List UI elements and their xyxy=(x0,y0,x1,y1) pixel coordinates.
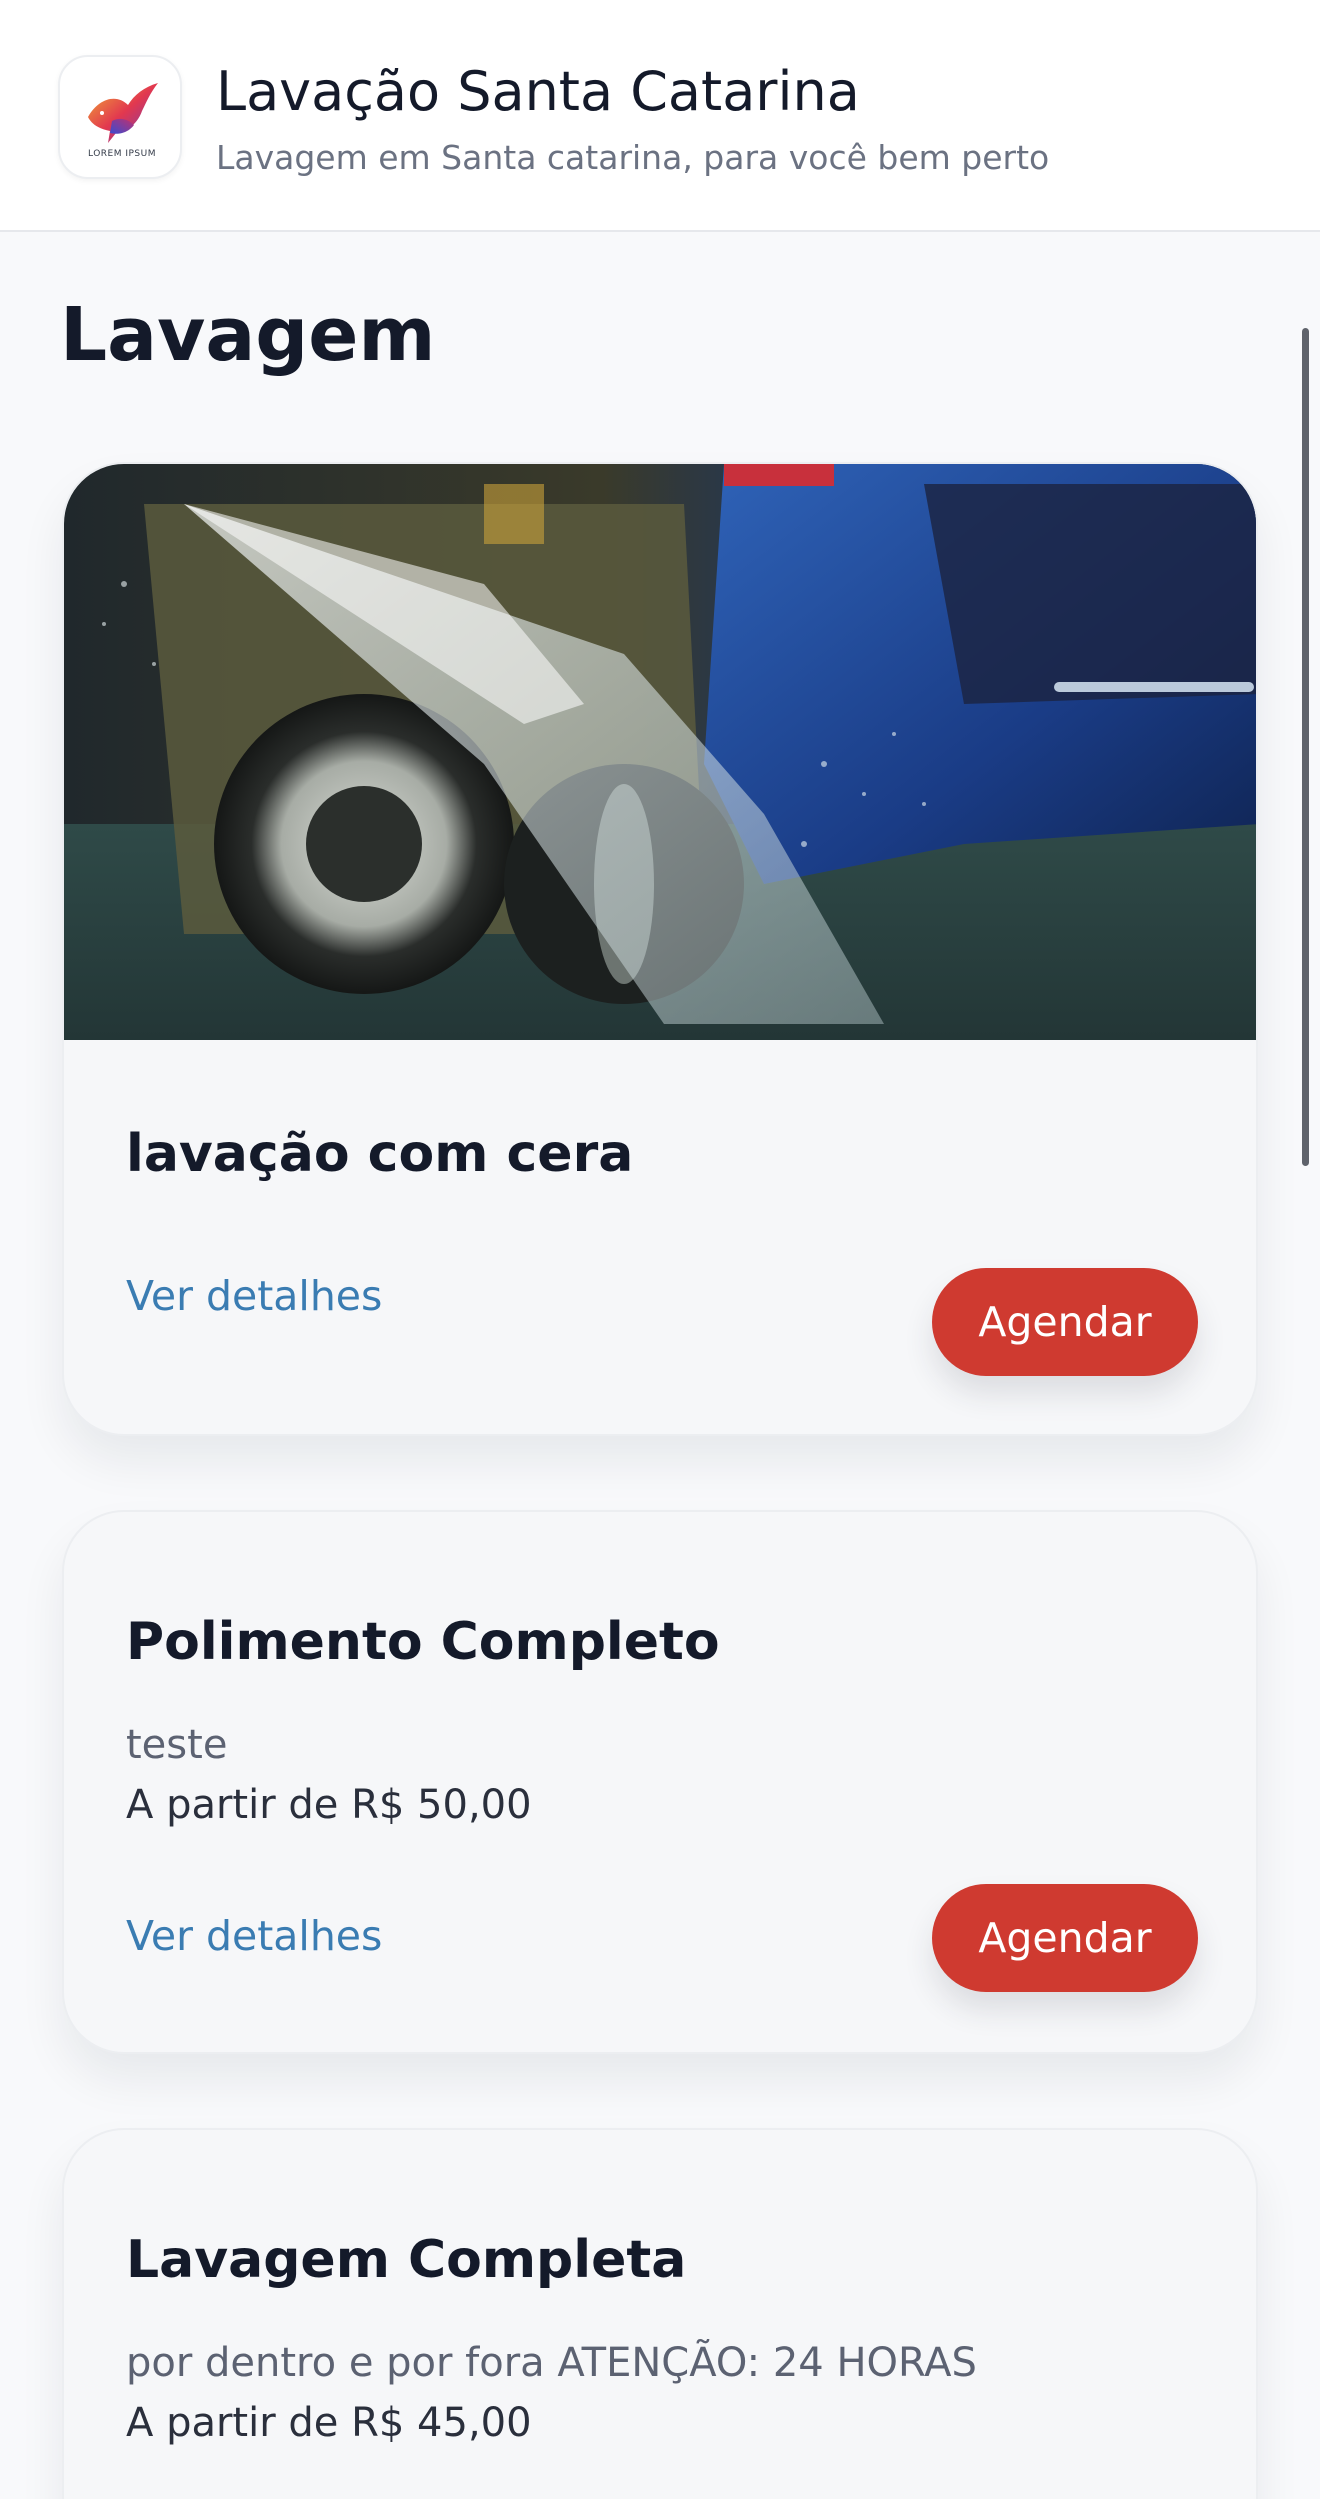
book-button[interactable]: Agendar xyxy=(932,1884,1198,1992)
service-image xyxy=(64,464,1256,1040)
app-logo: LOREM IPSUM xyxy=(58,55,182,179)
service-title: lavação com cera xyxy=(126,1124,634,1184)
service-description: teste xyxy=(126,1722,228,1768)
book-button[interactable]: Agendar xyxy=(932,1268,1198,1376)
service-price: A partir de R$ 45,00 xyxy=(126,2400,532,2446)
service-title: Polimento Completo xyxy=(126,1612,720,1672)
app-title: Lavação Santa Catarina xyxy=(216,60,860,123)
app-subtitle: Lavagem em Santa catarina, para você bem… xyxy=(216,138,1050,177)
service-card: Polimento Completo teste A partir de R$ … xyxy=(62,1510,1258,2054)
section-title: Lavagem xyxy=(60,292,436,378)
service-title: Lavagem Completa xyxy=(126,2230,687,2290)
scrollbar[interactable] xyxy=(1302,328,1309,1166)
app-header: LOREM IPSUM Lavação Santa Catarina Lavag… xyxy=(0,0,1320,232)
service-price: A partir de R$ 50,00 xyxy=(126,1782,532,1828)
service-card: lavação com cera Ver detalhes Agendar xyxy=(62,462,1258,1436)
logo-text: LOREM IPSUM xyxy=(88,149,156,159)
car-wash-photo-icon xyxy=(64,464,1256,1040)
view-details-link[interactable]: Ver detalhes xyxy=(126,1272,382,1320)
service-card: Lavagem Completa por dentro e por fora A… xyxy=(62,2128,1258,2499)
service-description: por dentro e por fora ATENÇÃO: 24 HORAS xyxy=(126,2340,977,2386)
view-details-link[interactable]: Ver detalhes xyxy=(126,1912,382,1960)
bird-logo-icon xyxy=(88,83,158,143)
